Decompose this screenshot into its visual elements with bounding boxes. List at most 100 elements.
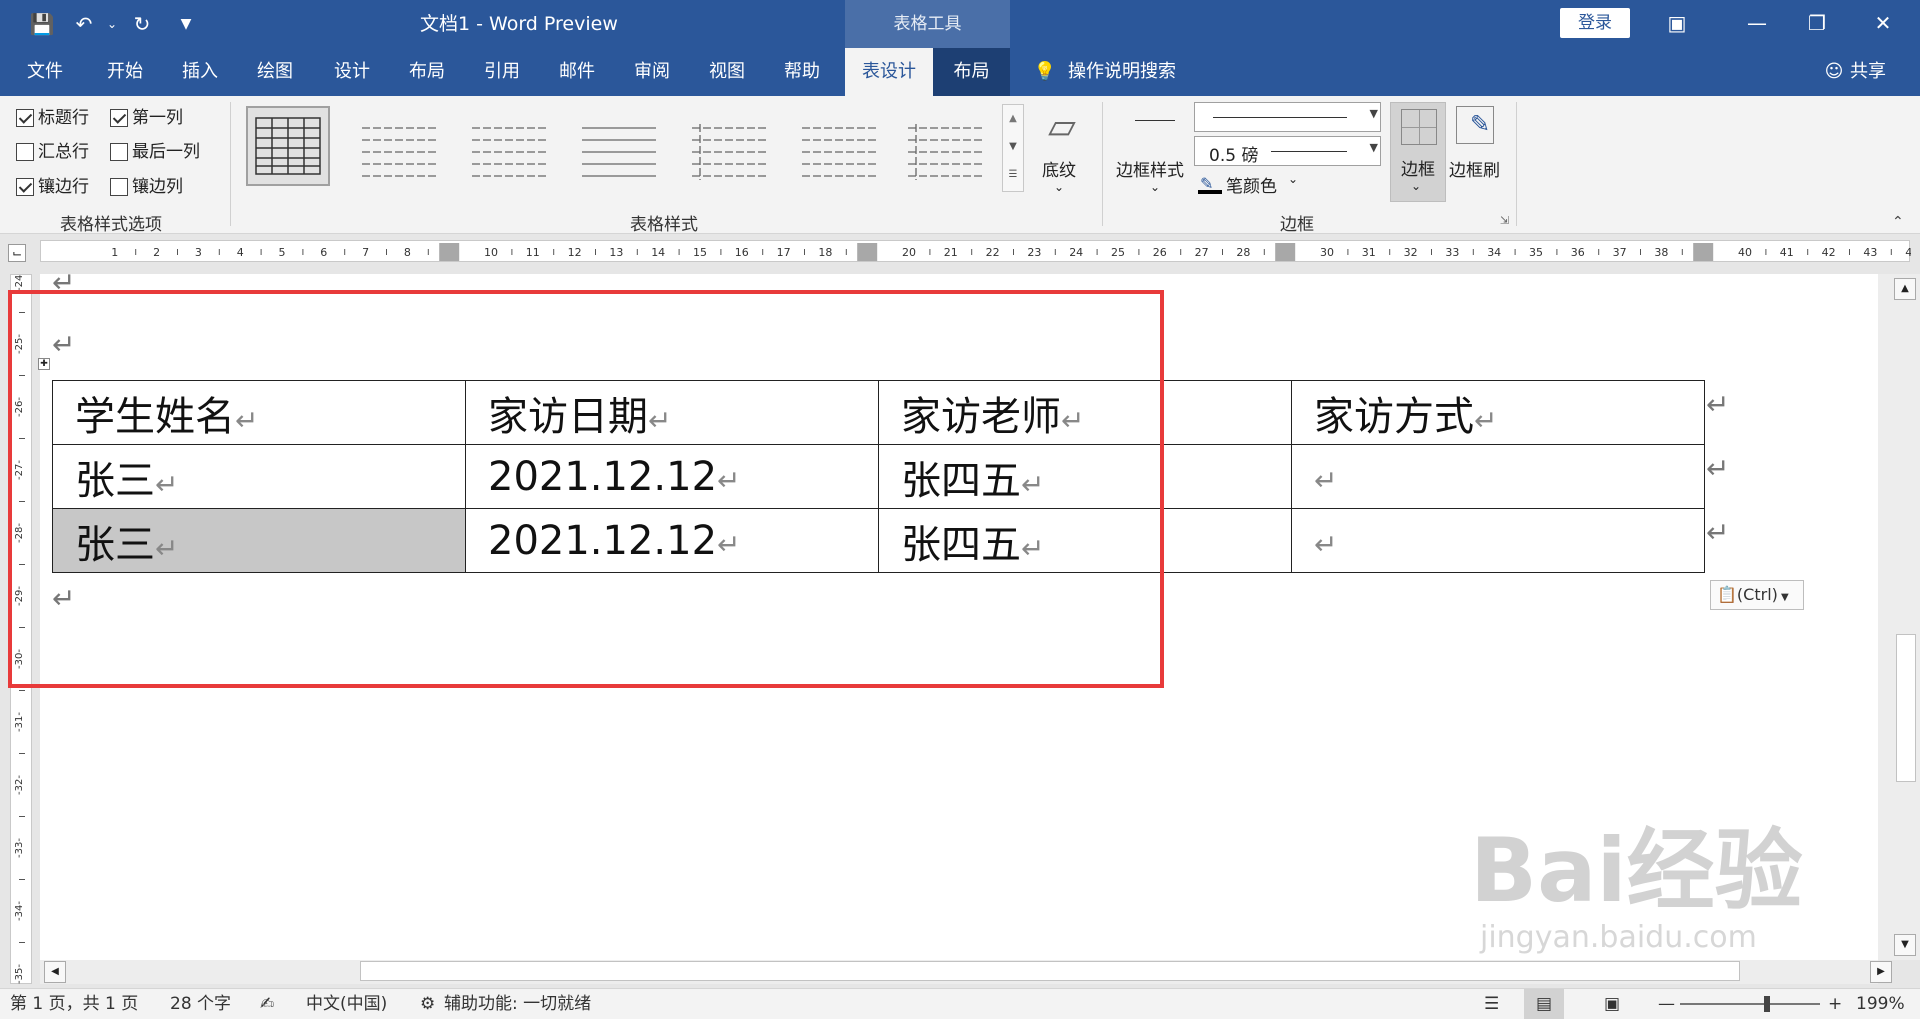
scroll-down-arrow-icon[interactable]: ▼ — [1894, 934, 1916, 956]
pen-color-button[interactable]: 笔颜色 — [1226, 172, 1277, 197]
checkbox-icon[interactable] — [110, 143, 128, 161]
accessibility-status[interactable]: 辅助功能: 一切就绪 — [444, 989, 591, 1019]
column-marker[interactable] — [857, 243, 878, 261]
borders-dropdown-icon[interactable]: ⌄ — [1411, 179, 1421, 193]
paste-options-button[interactable]: 📋(Ctrl) ▼ — [1710, 580, 1804, 610]
table-cell[interactable]: 家访方式↵ — [1291, 380, 1705, 445]
save-icon[interactable]: 💾 — [28, 10, 56, 38]
line-weight-select[interactable]: 0.5 磅 ▼ — [1194, 136, 1381, 166]
scroll-up-icon[interactable]: ▲ — [1003, 105, 1023, 133]
minimize-icon[interactable]: — — [1740, 8, 1774, 38]
border-styles-button[interactable]: 边框样式 — [1116, 156, 1184, 181]
table-style-plain-1[interactable] — [356, 106, 440, 186]
column-marker[interactable] — [1275, 243, 1296, 261]
table-style-plain-6[interactable] — [902, 106, 986, 186]
paint-bucket-icon[interactable]: ▱ — [1040, 106, 1084, 150]
accessibility-icon[interactable]: ⚙ — [420, 989, 435, 1019]
tab-home[interactable]: 开始 — [90, 48, 160, 96]
checkbox-icon[interactable] — [110, 178, 128, 196]
collapse-ribbon-icon[interactable]: ⌃ — [1892, 214, 1904, 230]
table-cell[interactable]: ↵ — [1291, 444, 1705, 509]
column-marker[interactable] — [1693, 243, 1714, 261]
horizontal-ruler[interactable]: ⌙ 1 2 3 4 5 6 7 8 10 11 12 13 14 15 16 17 18 20 21 22 23 24 25… — [0, 234, 1920, 274]
tab-view[interactable]: 视图 — [692, 48, 762, 96]
last-column-option[interactable]: 最后一列 — [110, 140, 200, 164]
banded-columns-option[interactable]: 镶边列 — [110, 175, 183, 199]
tab-table-layout[interactable]: 布局 — [933, 48, 1010, 96]
checkbox-checked-icon[interactable] — [16, 178, 34, 196]
borders-button[interactable]: 边框 ⌄ — [1390, 102, 1446, 202]
restore-icon[interactable]: ❐ — [1800, 8, 1834, 38]
language-indicator[interactable]: 中文(中国) — [306, 989, 387, 1019]
first-column-option[interactable]: 第一列 — [110, 106, 183, 130]
tab-selector-icon[interactable]: ⌙ — [8, 244, 26, 262]
undo-dropdown-icon[interactable]: ⌄ — [98, 10, 126, 38]
checkbox-icon[interactable] — [16, 143, 34, 161]
border-styles-dropdown-icon[interactable]: ⌄ — [1150, 180, 1160, 194]
scroll-right-arrow-icon[interactable]: ▶ — [1870, 961, 1892, 983]
customize-qat-icon[interactable]: ▼ — [172, 10, 200, 38]
tab-layout[interactable]: 布局 — [392, 48, 462, 96]
share-button[interactable]: 共享 — [1850, 48, 1894, 96]
print-layout-icon[interactable]: ▤ — [1524, 989, 1564, 1019]
chevron-down-icon[interactable]: ▼ — [1370, 141, 1378, 154]
chevron-down-icon[interactable]: ▼ — [1370, 107, 1378, 120]
scroll-left-arrow-icon[interactable]: ◀ — [44, 961, 66, 983]
style-gallery-scroll[interactable]: ▲ ▼ ☰ — [1002, 104, 1024, 192]
tab-references[interactable]: 引用 — [467, 48, 537, 96]
scroll-down-icon[interactable]: ▼ — [1003, 133, 1023, 161]
tab-insert[interactable]: 插入 — [165, 48, 235, 96]
word-count[interactable]: 28 个字 — [170, 989, 231, 1019]
tab-file[interactable]: 文件 — [10, 48, 80, 96]
tab-help[interactable]: 帮助 — [767, 48, 837, 96]
undo-icon[interactable]: ↶ — [70, 10, 98, 38]
tab-review[interactable]: 审阅 — [617, 48, 687, 96]
border-painter-icon[interactable]: ✎ — [1456, 106, 1496, 146]
ribbon-display-icon[interactable]: ▣ — [1660, 8, 1694, 38]
scroll-up-arrow-icon[interactable]: ▲ — [1894, 278, 1916, 300]
zoom-slider-thumb[interactable] — [1764, 996, 1771, 1012]
zoom-out-icon[interactable]: — — [1658, 989, 1675, 1019]
page-count[interactable]: 第 1 页，共 1 页 — [10, 989, 138, 1019]
tab-design[interactable]: 设计 — [317, 48, 387, 96]
share-icon[interactable]: ☺ — [1820, 48, 1848, 96]
tab-mailings[interactable]: 邮件 — [542, 48, 612, 96]
line-style-select[interactable]: ▼ — [1194, 102, 1381, 132]
border-painter-button[interactable]: 边框刷 — [1449, 156, 1500, 181]
zoom-in-icon[interactable]: + — [1828, 989, 1842, 1019]
header-row-option[interactable]: 标题行 — [16, 106, 89, 130]
row-end-mark-icon: ↵ — [1706, 516, 1730, 549]
scroll-thumb[interactable] — [360, 961, 1740, 981]
web-layout-icon[interactable]: ▣ — [1604, 989, 1620, 1019]
pen-color-icon[interactable]: ✎ — [1198, 174, 1222, 194]
table-cell[interactable]: ↵ — [1291, 508, 1705, 573]
close-icon[interactable]: ✕ — [1866, 8, 1900, 38]
table-style-plain-5[interactable] — [796, 106, 880, 186]
scroll-thumb[interactable] — [1896, 634, 1916, 782]
dialog-launcher-icon[interactable]: ⇲ — [1500, 214, 1509, 227]
tab-table-design[interactable]: 表设计 — [845, 48, 933, 96]
vertical-scrollbar[interactable]: ▲ ▼ — [1878, 274, 1920, 960]
gallery-more-icon[interactable]: ☰ — [1003, 161, 1023, 189]
zoom-slider[interactable] — [1680, 1003, 1820, 1005]
table-style-plain-2[interactable] — [466, 106, 550, 186]
tab-draw[interactable]: 绘图 — [240, 48, 310, 96]
horizontal-scrollbar[interactable]: ◀ ▶ — [40, 960, 1892, 984]
zoom-level[interactable]: 199% — [1856, 989, 1905, 1019]
read-mode-icon[interactable]: ☰ — [1484, 989, 1499, 1019]
shading-button[interactable]: 底纹 — [1042, 156, 1076, 181]
checkbox-checked-icon[interactable] — [16, 109, 34, 127]
table-style-plain-4[interactable] — [686, 106, 770, 186]
total-row-option[interactable]: 汇总行 — [16, 140, 89, 164]
tell-me-search[interactable]: 操作说明搜索 — [1068, 48, 1188, 96]
table-style-grid[interactable] — [246, 106, 330, 186]
shading-dropdown-icon[interactable]: ⌄ — [1054, 180, 1064, 194]
redo-icon[interactable]: ↻ — [128, 10, 156, 38]
checkbox-checked-icon[interactable] — [110, 109, 128, 127]
pen-color-dropdown-icon[interactable]: ⌄ — [1288, 172, 1298, 186]
proofing-icon[interactable]: ✍ — [260, 989, 274, 1019]
table-style-plain-3[interactable] — [576, 106, 660, 186]
login-button[interactable]: 登录 — [1560, 8, 1630, 38]
banded-rows-option[interactable]: 镶边行 — [16, 175, 89, 199]
column-marker[interactable] — [439, 243, 460, 261]
